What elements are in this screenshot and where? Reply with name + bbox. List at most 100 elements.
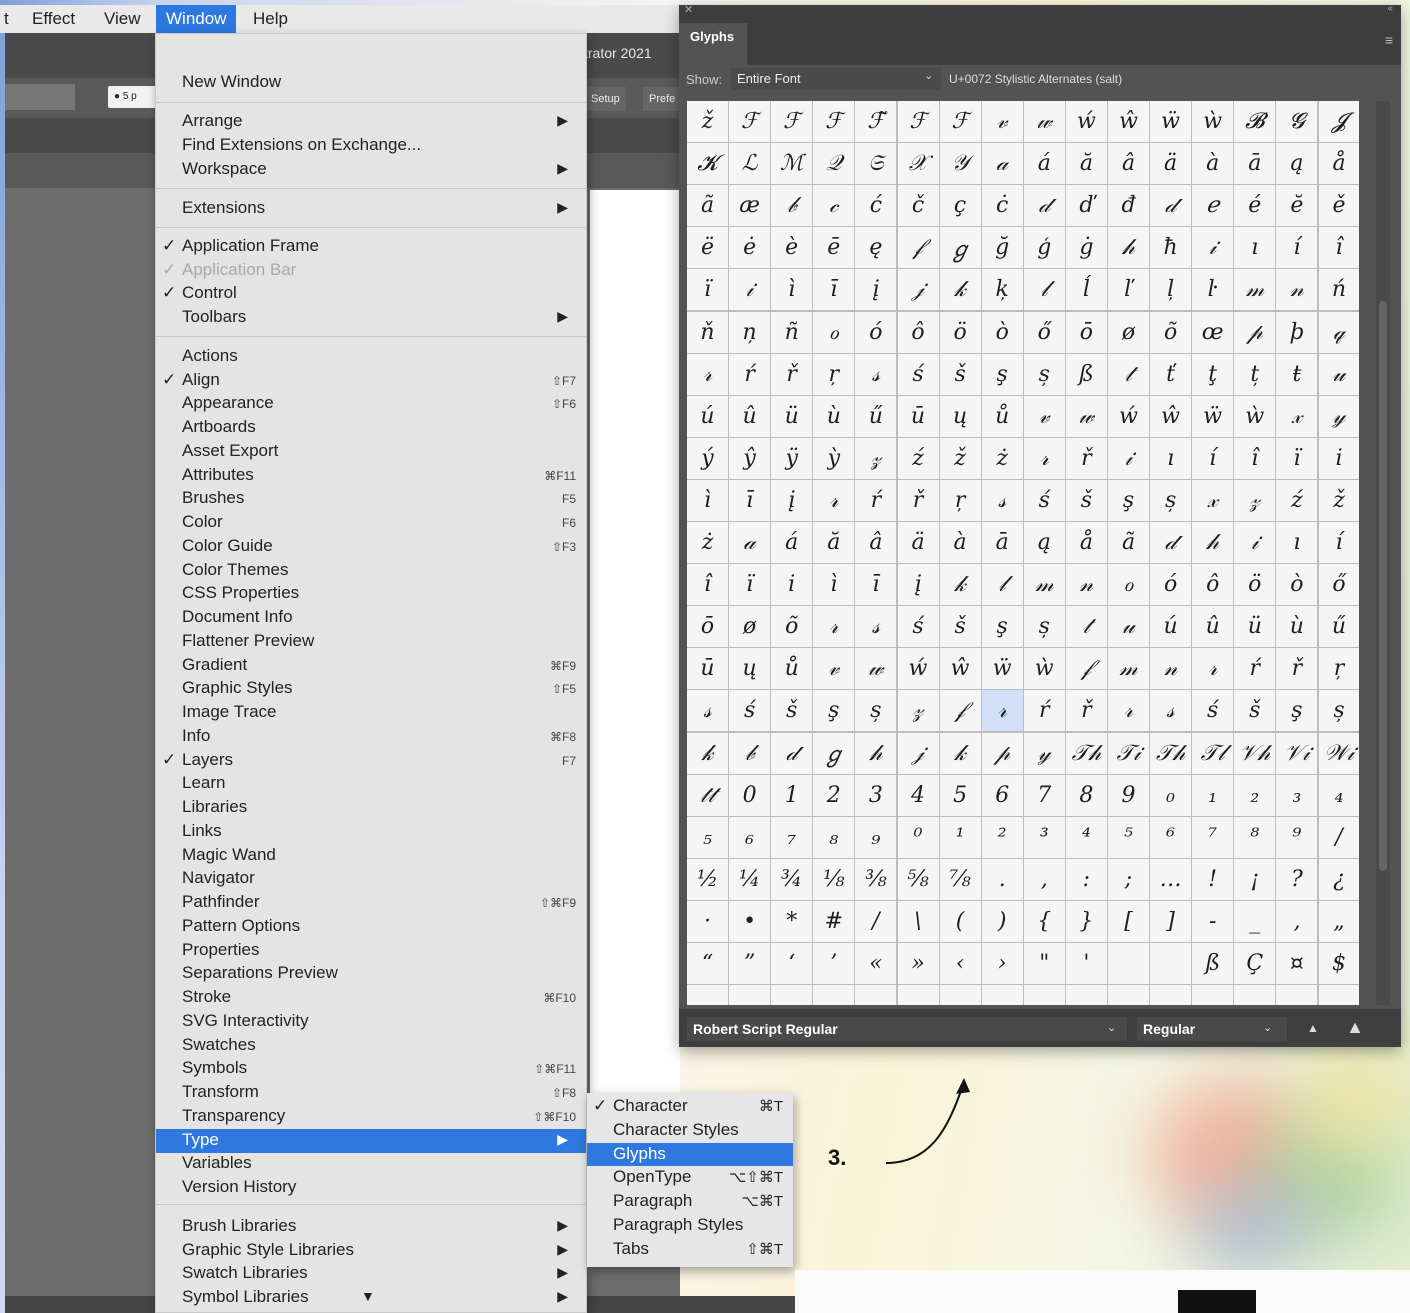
preferences-button[interactable]: Prefe <box>643 87 682 111</box>
menu-item-version-history[interactable]: Version History <box>156 1176 586 1200</box>
glyph-cell[interactable]: ș <box>1318 690 1359 732</box>
glyph-cell[interactable]: 4 <box>897 774 939 816</box>
collapse-panel-icon[interactable]: « <box>1387 3 1393 14</box>
menu-item-swatch-libraries[interactable]: Swatch Libraries ▶ <box>156 1262 586 1286</box>
glyph-cell[interactable]: « <box>855 943 897 984</box>
glyph-cell[interactable]: ś <box>1192 690 1234 732</box>
glyph-cell[interactable]: ē <box>813 227 855 269</box>
chevron-down-icon[interactable]: ⌄ <box>1107 1021 1116 1034</box>
glyph-cell[interactable]: 𝓏 <box>855 437 897 479</box>
menu-item-actions[interactable]: Actions <box>156 345 586 369</box>
menu-item-toolbars[interactable]: Toolbars ▶ <box>156 306 586 330</box>
menu-item-pattern-options[interactable]: Pattern Options <box>156 915 586 939</box>
submenu-item-tabs[interactable]: Tabs ⇧⌘T <box>587 1238 793 1261</box>
glyph-cell[interactable]: ŕ <box>1023 690 1065 732</box>
glyph-cell[interactable]: ř <box>1065 690 1107 732</box>
glyph-cell[interactable]: ẁ <box>1234 395 1276 437</box>
glyph-cell[interactable]: ų <box>729 648 771 690</box>
glyph-cell[interactable]: ř <box>1276 648 1318 690</box>
glyph-cell[interactable]: 𝒹 <box>1150 185 1192 227</box>
glyph-cell[interactable]: ” <box>729 943 771 984</box>
glyph-cell[interactable]: 𝓚 <box>687 143 728 185</box>
glyph-cell[interactable]: # <box>813 900 855 942</box>
glyph-cell[interactable]: ỳ <box>813 437 855 479</box>
menu-item-learn[interactable]: Learn <box>156 772 586 796</box>
glyph-cell[interactable]: ℱ <box>729 101 771 142</box>
glyph-cell[interactable]: 𝒸 <box>813 185 855 227</box>
glyph-cell[interactable] <box>939 985 981 1005</box>
glyph-cell[interactable]: _ <box>1234 900 1276 942</box>
glyph-cell[interactable]: 𝓅 <box>1234 311 1276 353</box>
menu-item-image-trace[interactable]: Image Trace <box>156 701 586 725</box>
glyph-cell[interactable]: ø <box>1108 311 1149 353</box>
show-select[interactable]: Entire Font <box>731 68 941 90</box>
menu-item-css-properties[interactable]: CSS Properties <box>156 582 586 606</box>
glyph-cell[interactable]: ć <box>855 185 897 227</box>
glyph-cell[interactable]: 𝓋 <box>1023 395 1065 437</box>
glyph-cell[interactable]: ż <box>687 522 728 563</box>
glyph-cell[interactable]: à <box>939 522 981 563</box>
menu-help[interactable]: Help <box>243 5 298 33</box>
glyph-cell[interactable]: ș <box>1150 479 1192 521</box>
glyph-cell[interactable]: ō <box>687 606 728 648</box>
glyph-cell[interactable]: ₃ <box>1276 774 1318 816</box>
glyph-cell[interactable]: ℳ <box>771 143 813 185</box>
glyph-cell[interactable]: ẃ <box>897 648 939 690</box>
glyph-cell[interactable]: ş <box>981 353 1023 395</box>
glyph-cell[interactable]: ï <box>729 564 771 606</box>
glyph-cell[interactable]: ö <box>1234 564 1276 606</box>
glyph-cell[interactable]: ℱ <box>897 101 939 142</box>
glyph-cell[interactable]: $ <box>1318 943 1359 984</box>
glyph-cell[interactable]: 𝒿 <box>897 732 939 774</box>
glyph-cell[interactable]: ű <box>1318 606 1359 648</box>
glyph-cell[interactable]: ŗ <box>939 479 981 521</box>
glyph-cell[interactable]: 𝒲𝒾 <box>1318 732 1359 774</box>
glyph-cell[interactable]: 𝓊 <box>1108 606 1149 648</box>
glyph-cell[interactable]: ť <box>1150 353 1192 395</box>
glyph-cell[interactable]: ℱ <box>813 101 855 142</box>
glyph-cell[interactable]: ź <box>897 437 939 479</box>
glyph-cell[interactable]: ž <box>687 101 728 142</box>
glyph-cell[interactable]: 𝓋 <box>981 101 1023 142</box>
glyph-cell[interactable]: ℊ <box>939 227 981 269</box>
glyph-cell[interactable]: ő <box>1023 311 1065 353</box>
glyph-cell[interactable] <box>1108 985 1149 1005</box>
menu-item-links[interactable]: Links <box>156 820 586 844</box>
menu-item-attributes[interactable]: Attributes ⌘F11 <box>156 464 586 488</box>
glyph-cell[interactable]: 𝒻 <box>1065 648 1107 690</box>
glyph-cell[interactable]: Ç <box>1234 943 1276 984</box>
glyph-cell[interactable]: ţ <box>1192 353 1234 395</box>
glyph-cell[interactable]: ⁷ <box>1192 816 1234 858</box>
glyph-cell[interactable]: 𝓊 <box>1318 353 1359 395</box>
glyph-cell[interactable]: ₉ <box>855 816 897 858</box>
glyph-cell[interactable]: ŵ <box>1150 395 1192 437</box>
glyph-cell[interactable]: á <box>1023 143 1065 185</box>
glyph-cell[interactable]: : <box>1065 858 1107 900</box>
glyph-cell[interactable]: ž <box>1318 479 1359 521</box>
glyph-cell[interactable]: 𝒳 <box>897 143 939 185</box>
menu-item-properties[interactable]: Properties <box>156 939 586 963</box>
glyph-cell[interactable]: ÿ <box>771 437 813 479</box>
glyph-cell[interactable]: 𝓖 <box>1276 101 1318 142</box>
glyph-cell[interactable]: ℱ <box>771 101 813 142</box>
menu-item-transform[interactable]: Transform ⇧F8 <box>156 1081 586 1105</box>
menu-item-svg-interactivity[interactable]: SVG Interactivity <box>156 1010 586 1034</box>
glyph-cell[interactable]: š <box>939 353 981 395</box>
glyph-cell[interactable]: 𝓇 <box>1192 648 1234 690</box>
glyph-cell[interactable]: 𝓁 <box>981 564 1023 606</box>
glyph-cell[interactable]: 𝒹 <box>771 732 813 774</box>
menu-view[interactable]: View <box>94 5 151 33</box>
menu-item-asset-export[interactable]: Asset Export <box>156 440 586 464</box>
glyph-cell[interactable]: 𝓀 <box>687 732 728 774</box>
glyph-cell[interactable]: č <box>897 185 939 227</box>
menu-item-color-guide[interactable]: Color Guide ⇧F3 <box>156 535 586 559</box>
glyph-cell[interactable]: 𝒹 <box>1150 522 1192 563</box>
glyph-cell[interactable] <box>813 985 855 1005</box>
glyph-cell[interactable]: ℱ̃ <box>855 101 897 142</box>
glyph-cell[interactable] <box>1234 985 1276 1005</box>
glyph-cell[interactable]: ù <box>1276 606 1318 648</box>
glyph-cell[interactable]: ș <box>1023 353 1065 395</box>
glyph-cell[interactable]: ș <box>1023 606 1065 648</box>
glyph-cell[interactable]: ĕ <box>1276 185 1318 227</box>
glyph-cell[interactable]: . <box>981 858 1023 900</box>
